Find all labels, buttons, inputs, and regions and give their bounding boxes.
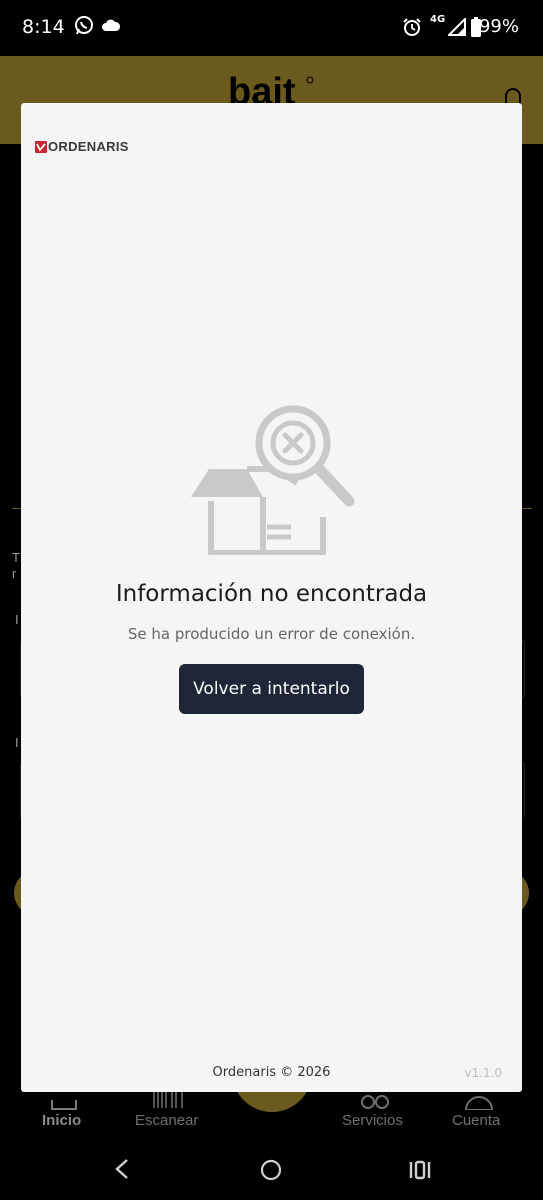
status-time: 8:14 xyxy=(22,16,65,38)
alarm-icon xyxy=(403,18,421,36)
background-label-fragment: I xyxy=(15,735,19,750)
retry-button[interactable]: Volver a intentarlo xyxy=(179,664,364,714)
background-text-fragment: T xyxy=(12,550,20,565)
nav-item-inicio[interactable]: Inicio xyxy=(42,1112,81,1129)
box-search-not-found-icon xyxy=(191,405,355,555)
nav-item-servicios[interactable]: Servicios xyxy=(342,1112,403,1129)
nav-item-cuenta[interactable]: Cuenta xyxy=(452,1112,500,1129)
network-type: 4G xyxy=(430,14,446,25)
barcode-icon xyxy=(153,1092,183,1108)
recents-icon[interactable] xyxy=(409,1160,431,1180)
home-circle-icon[interactable] xyxy=(260,1159,282,1181)
background-label-fragment: I xyxy=(15,612,19,627)
background-text-fragment: r xyxy=(12,566,17,581)
copyright-text: Ordenaris © 2026 xyxy=(212,1065,331,1080)
brand-name: ORDENARIS xyxy=(48,139,129,154)
app-logo-text: bait xyxy=(228,72,296,106)
error-title: Información no encontrada xyxy=(115,581,428,607)
home-icon xyxy=(51,1100,77,1110)
whatsapp-icon xyxy=(75,16,93,35)
brand-logo: ORDENARIS xyxy=(35,139,129,154)
error-modal: ORDENARIS Información no encontrada Se h… xyxy=(21,103,522,1092)
signal-icon xyxy=(448,18,466,36)
back-icon[interactable] xyxy=(114,1158,130,1180)
error-subtitle: Se ha producido un error de conexión. xyxy=(127,625,416,643)
status-bar: 8:14 4G 99% xyxy=(0,0,543,56)
app-logo: bait xyxy=(228,72,314,106)
services-icon xyxy=(361,1095,389,1109)
account-icon xyxy=(464,1096,494,1110)
brand-mark-icon xyxy=(35,140,47,153)
battery-level: 99% xyxy=(478,16,519,37)
nav-item-escanear[interactable]: Escanear xyxy=(135,1112,198,1129)
cloud-icon xyxy=(102,19,121,31)
android-nav-bar xyxy=(0,1142,543,1200)
version-text: v1.1.0 xyxy=(464,1066,502,1080)
